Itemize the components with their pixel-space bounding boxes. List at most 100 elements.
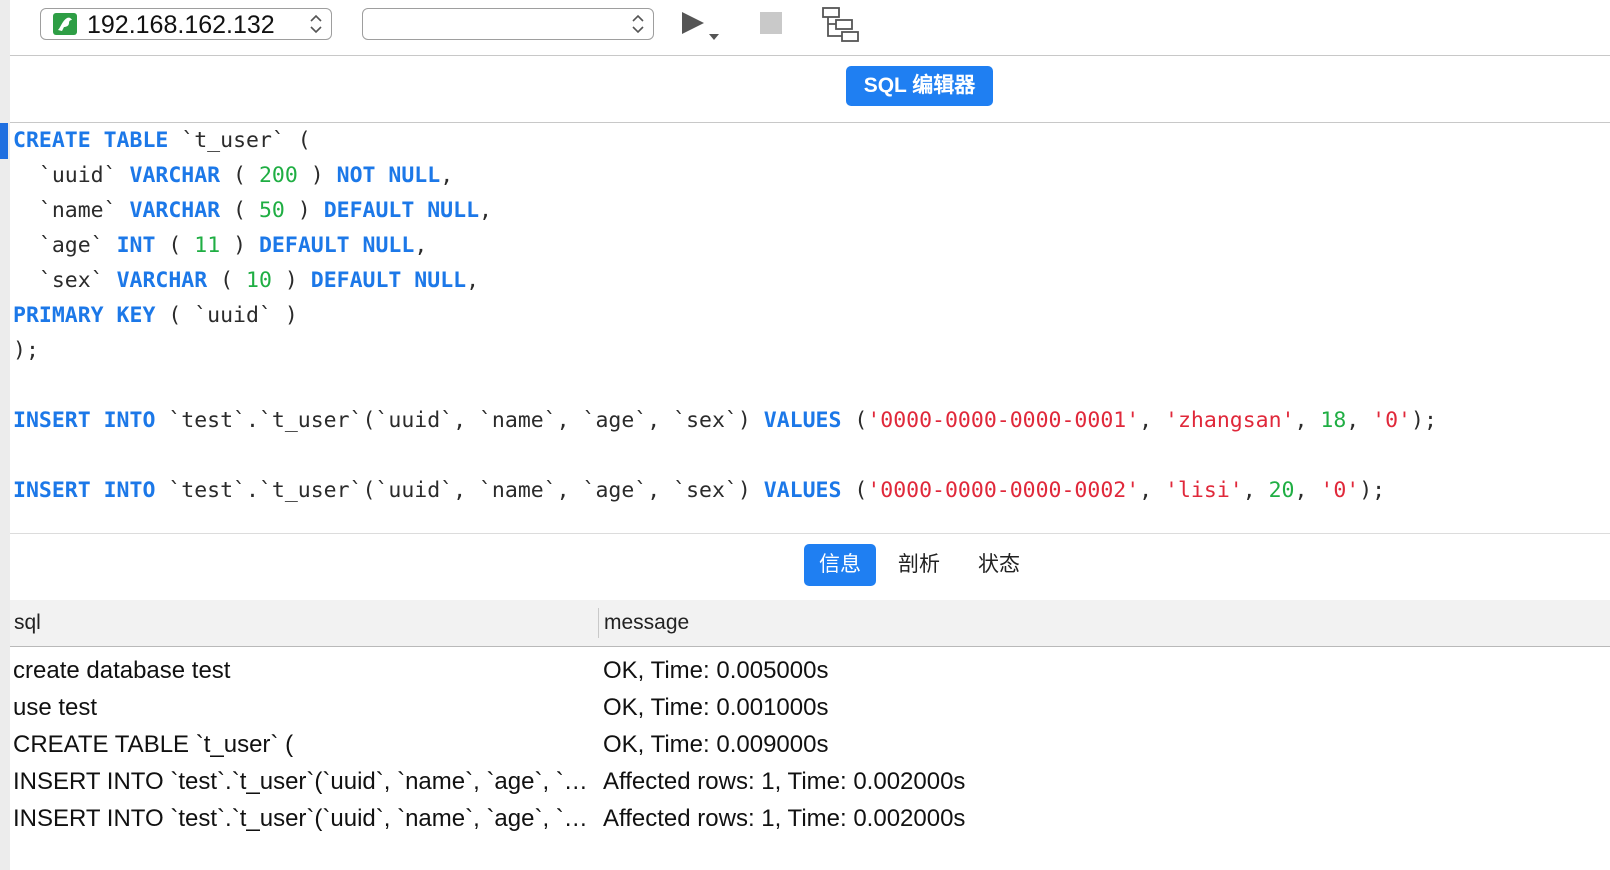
code-line: INSERT INTO `test`.`t_user`(`uuid`, `nam… xyxy=(13,473,1437,508)
code-token: , xyxy=(1242,478,1269,503)
database-select[interactable] xyxy=(362,8,654,40)
code-line: `name` VARCHAR ( 50 ) DEFAULT NULL, xyxy=(13,193,1437,228)
code-token: VALUES xyxy=(763,478,842,503)
code-token: DEFAULT NULL xyxy=(310,268,467,293)
tab-info[interactable]: 信息 xyxy=(804,544,876,586)
code-token: `name` xyxy=(13,198,130,223)
code-token: VARCHAR xyxy=(129,163,221,188)
code-token: ); xyxy=(1359,478,1386,503)
table-row[interactable]: INSERT INTO `test`.`t_user`(`uuid`, `nam… xyxy=(10,763,1610,800)
cell-message: Affected rows: 1, Time: 0.002000s xyxy=(603,805,966,832)
code-token: `uuid` xyxy=(13,163,130,188)
cell-sql: use test xyxy=(13,694,98,721)
code-token: ) xyxy=(284,198,324,223)
code-token: ) xyxy=(297,163,337,188)
connection-select[interactable]: 192.168.162.132 xyxy=(40,8,332,40)
column-header-sql[interactable]: sql xyxy=(14,600,41,646)
cell-message: OK, Time: 0.009000s xyxy=(603,731,829,758)
result-tabs: 信息 剖析 状态 xyxy=(10,533,1610,601)
code-token: ( xyxy=(220,163,259,188)
code-token: , xyxy=(1294,478,1321,503)
editor-header: SQL 编辑器 xyxy=(10,56,1610,123)
table-body: create database test OK, Time: 0.005000s… xyxy=(10,652,1610,837)
code-token: `age` xyxy=(13,233,117,258)
cell-sql: CREATE TABLE `t_user` ( xyxy=(13,731,294,758)
code-token: 10 xyxy=(246,268,272,293)
code-line: PRIMARY KEY ( `uuid` ) xyxy=(13,298,1437,333)
code-token: '0' xyxy=(1320,478,1360,503)
cell-message: OK, Time: 0.005000s xyxy=(603,657,829,684)
sql-editor-button[interactable]: SQL 编辑器 xyxy=(846,66,993,106)
code-token: `test`.`t_user`(`uuid`, `name`, `age`, `… xyxy=(155,408,764,433)
cell-message: Affected rows: 1, Time: 0.002000s xyxy=(603,768,966,795)
code-token: 200 xyxy=(258,163,298,188)
code-token: ( `uuid` ) xyxy=(155,303,298,328)
code-token: , xyxy=(1294,408,1321,433)
code-token: ) xyxy=(271,268,311,293)
code-token: PRIMARY KEY xyxy=(13,303,156,328)
table-row[interactable]: CREATE TABLE `t_user` ( OK, Time: 0.0090… xyxy=(10,726,1610,763)
code-token: '0000-0000-0000-0001' xyxy=(867,408,1140,433)
cell-sql: create database test xyxy=(13,657,231,684)
table-row[interactable]: INSERT INTO `test`.`t_user`(`uuid`, `nam… xyxy=(10,800,1610,837)
code-line: CREATE TABLE `t_user` ( xyxy=(13,123,1437,158)
code-token: `t_user` ( xyxy=(168,128,311,153)
code-token: ( xyxy=(841,408,868,433)
sql-client-window: 192.168.162.132 SQL 编辑器 CREATE TABLE `t_… xyxy=(0,0,1610,870)
run-play-icon[interactable] xyxy=(680,10,724,44)
table-row[interactable]: use test OK, Time: 0.001000s xyxy=(10,689,1610,726)
code-token: ( xyxy=(155,233,195,258)
stop-icon[interactable] xyxy=(760,12,782,34)
code-token: INSERT INTO xyxy=(13,408,156,433)
code-token: NOT NULL xyxy=(336,163,441,188)
code-line: ); xyxy=(13,333,1437,368)
cell-message: OK, Time: 0.001000s xyxy=(603,694,829,721)
code-token: 20 xyxy=(1268,478,1295,503)
sql-code-editor[interactable]: CREATE TABLE `t_user` ( `uuid` VARCHAR (… xyxy=(0,123,1610,533)
code-token: 'zhangsan' xyxy=(1165,408,1295,433)
code-token: ( xyxy=(220,198,259,223)
explain-tree-icon[interactable] xyxy=(822,7,860,43)
code-token: , xyxy=(1139,408,1166,433)
code-line: `age` INT ( 11 ) DEFAULT NULL, xyxy=(13,228,1437,263)
code-token: ); xyxy=(13,338,39,363)
code-token: , xyxy=(1139,478,1166,503)
code-token: `sex` xyxy=(13,268,117,293)
results-table: sql message create database test OK, Tim… xyxy=(10,600,1610,870)
code-token: '0000-0000-0000-0002' xyxy=(867,478,1140,503)
table-row[interactable]: create database test OK, Time: 0.005000s xyxy=(10,652,1610,689)
code-token: '0' xyxy=(1372,408,1412,433)
code-token: VARCHAR xyxy=(116,268,208,293)
code-token: VARCHAR xyxy=(129,198,221,223)
code-token: INSERT INTO xyxy=(13,478,156,503)
chevron-updown-icon xyxy=(632,14,644,34)
table-header: sql message xyxy=(10,600,1610,647)
column-header-message[interactable]: message xyxy=(604,600,689,646)
mysql-dolphin-icon xyxy=(53,13,77,35)
code-token: CREATE TABLE xyxy=(13,128,169,153)
toolbar: 192.168.162.132 xyxy=(10,0,1610,56)
code-token: , xyxy=(466,268,480,293)
code-token: INT xyxy=(116,233,156,258)
code-token: ( xyxy=(207,268,247,293)
tab-profile[interactable]: 剖析 xyxy=(884,544,954,586)
connection-value: 192.168.162.132 xyxy=(87,11,275,39)
code-line: INSERT INTO `test`.`t_user`(`uuid`, `nam… xyxy=(13,403,1437,438)
code-line: `sex` VARCHAR ( 10 ) DEFAULT NULL, xyxy=(13,263,1437,298)
code-token: ) xyxy=(220,233,259,258)
cell-sql: INSERT INTO `test`.`t_user`(`uuid`, `nam… xyxy=(13,805,593,832)
code-token: DEFAULT NULL xyxy=(323,198,480,223)
cell-sql: INSERT INTO `test`.`t_user`(`uuid`, `nam… xyxy=(13,768,593,795)
code-token: DEFAULT NULL xyxy=(258,233,415,258)
code-token: 11 xyxy=(194,233,221,258)
code-token: `test`.`t_user`(`uuid`, `name`, `age`, `… xyxy=(155,478,764,503)
code-token: , xyxy=(479,198,492,223)
code-text: CREATE TABLE `t_user` ( `uuid` VARCHAR (… xyxy=(13,123,1437,508)
code-token: , xyxy=(414,233,428,258)
column-divider[interactable] xyxy=(598,608,599,638)
tab-status[interactable]: 状态 xyxy=(963,544,1035,586)
code-token: 50 xyxy=(258,198,285,223)
code-token: 'lisi' xyxy=(1165,478,1243,503)
